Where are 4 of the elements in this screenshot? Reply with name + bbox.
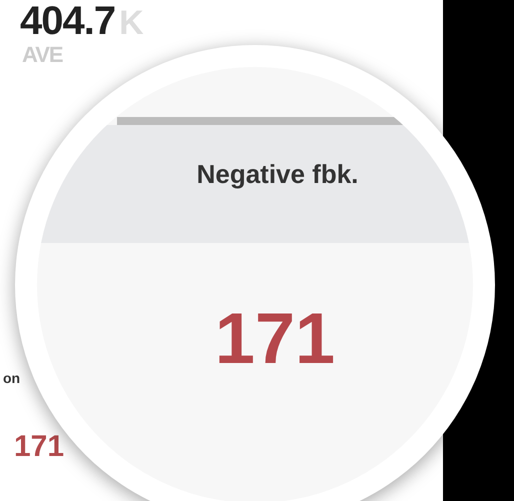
table-cell-text: 171 [13,430,66,464]
stat-value: 404.7 [20,0,116,42]
negative-feedback-value: 171 [214,303,336,375]
table-header: on [2,370,22,388]
